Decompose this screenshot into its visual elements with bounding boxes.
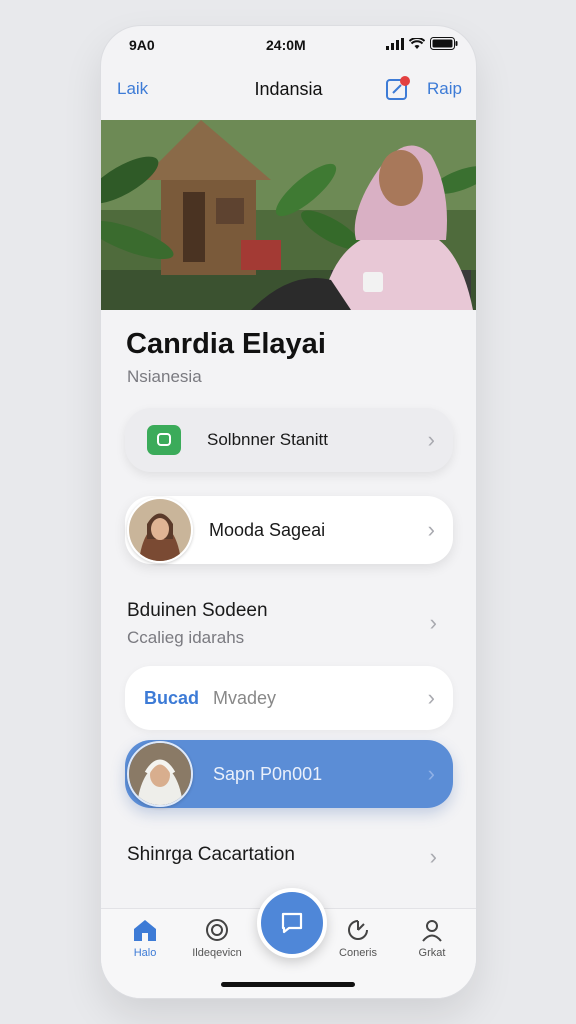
home-icon — [110, 915, 180, 945]
list-item-subtitle: Ccalieg idarahs — [127, 628, 245, 647]
person-icon — [397, 915, 467, 945]
chat-ring-icon — [182, 915, 252, 945]
pie-icon — [323, 915, 393, 945]
list-item-bduinen[interactable]: Bduinen Sodeen Ccalieg idarahs › — [125, 600, 453, 656]
chevron-right-icon: › — [427, 517, 435, 542]
list-item-sapn-highlighted[interactable]: Sapn P0n001 › — [125, 740, 453, 808]
tab-messages[interactable]: Ildeqevicn — [182, 915, 252, 959]
tab-profile[interactable]: Grkat — [397, 915, 467, 959]
tab-stats[interactable]: Coneris — [323, 915, 393, 959]
profile-name: Canrdia Elayai — [126, 328, 326, 360]
chevron-right-icon: › — [427, 427, 435, 452]
list-item-bucad[interactable]: Bucad Mvadey › — [125, 666, 453, 730]
chevron-right-icon: › — [429, 610, 437, 635]
wifi-icon — [409, 37, 425, 49]
nav-title: Indansia — [254, 79, 323, 99]
status-bar: 9A0 24:0M — [101, 26, 476, 66]
nav-right-button[interactable]: Raip — [427, 79, 462, 99]
list-item-label: Solbnner Stanitt — [207, 430, 328, 449]
chevron-right-icon: › — [429, 844, 437, 869]
tab-home[interactable]: Halo — [110, 915, 180, 959]
list-item-shinrga[interactable]: Shinrga Cacartation › — [125, 842, 453, 872]
message-square-icon — [281, 912, 303, 934]
home-indicator — [221, 982, 355, 987]
chevron-right-icon: › — [427, 685, 435, 710]
chevron-right-icon: › — [427, 761, 435, 786]
battery-icon — [430, 37, 458, 50]
tab-label: Halo — [133, 947, 157, 959]
list-item-mooda[interactable]: Mooda Sageai › — [125, 496, 453, 564]
chat-bubble-icon — [147, 425, 181, 455]
signal-icon — [386, 37, 404, 50]
compose-fab-button[interactable] — [257, 888, 327, 958]
status-time-center: 24:0M — [266, 37, 306, 53]
list-item-title: Shinrga Cacartation — [127, 844, 295, 865]
list-item-label: Mooda Sageai — [209, 519, 326, 540]
tab-label: Coneris — [339, 947, 377, 959]
phone-screen: 9A0 24:0M Laik Indansia Raip Canrdia Ela… — [101, 26, 476, 998]
list-item-title: Bduinen Sodeen — [127, 600, 268, 621]
avatar — [127, 497, 193, 563]
profile-location: Nsianesia — [127, 367, 202, 386]
list-item-solbnner[interactable]: Solbnner Stanitt › — [125, 408, 453, 472]
hero-photo — [101, 120, 476, 310]
tab-label: Grkat — [418, 947, 446, 959]
tab-label: Ildeqevicn — [192, 947, 242, 959]
list-item-bold-label: Bucad — [144, 687, 200, 708]
list-item-label: Sapn P0n001 — [213, 763, 323, 784]
edit-icon[interactable] — [385, 75, 411, 101]
status-time-left: 9A0 — [129, 37, 155, 53]
navigation-bar: Laik Indansia Raip — [101, 66, 476, 120]
status-icons — [386, 37, 458, 50]
avatar — [127, 741, 193, 807]
list-item-label: Mvadey — [213, 687, 277, 708]
